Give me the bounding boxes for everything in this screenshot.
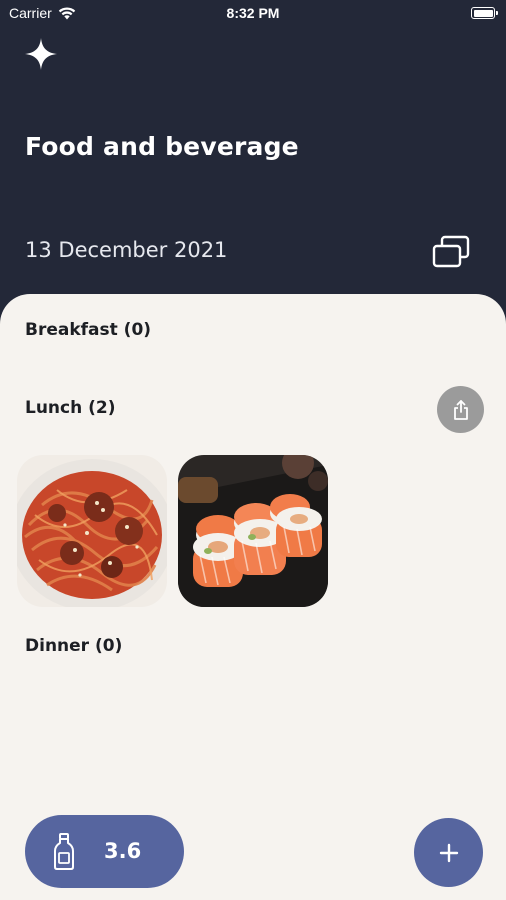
add-meal-button[interactable] xyxy=(414,818,483,887)
gallery-icon[interactable] xyxy=(430,234,472,270)
page-title: Food and beverage xyxy=(25,132,299,161)
drink-counter-button[interactable]: 3.6 xyxy=(25,815,184,888)
battery-icon xyxy=(471,7,498,19)
breakfast-title[interactable]: Breakfast (0) xyxy=(25,320,151,340)
share-icon xyxy=(453,399,468,420)
lunch-photo-sushi[interactable] xyxy=(178,455,328,607)
drink-value: 3.6 xyxy=(104,839,142,863)
status-bar: Carrier 8:32 PM xyxy=(0,0,506,28)
lunch-photo-spaghetti[interactable] xyxy=(17,455,167,607)
share-button[interactable] xyxy=(437,386,484,433)
status-time: 8:32 PM xyxy=(226,5,280,21)
lunch-title[interactable]: Lunch (2) xyxy=(25,398,116,418)
sparkle-icon[interactable] xyxy=(24,37,58,71)
date-label[interactable]: 13 December 2021 xyxy=(25,238,227,262)
bottle-icon xyxy=(54,833,74,870)
dinner-title[interactable]: Dinner (0) xyxy=(25,636,122,656)
plus-icon xyxy=(439,843,458,862)
